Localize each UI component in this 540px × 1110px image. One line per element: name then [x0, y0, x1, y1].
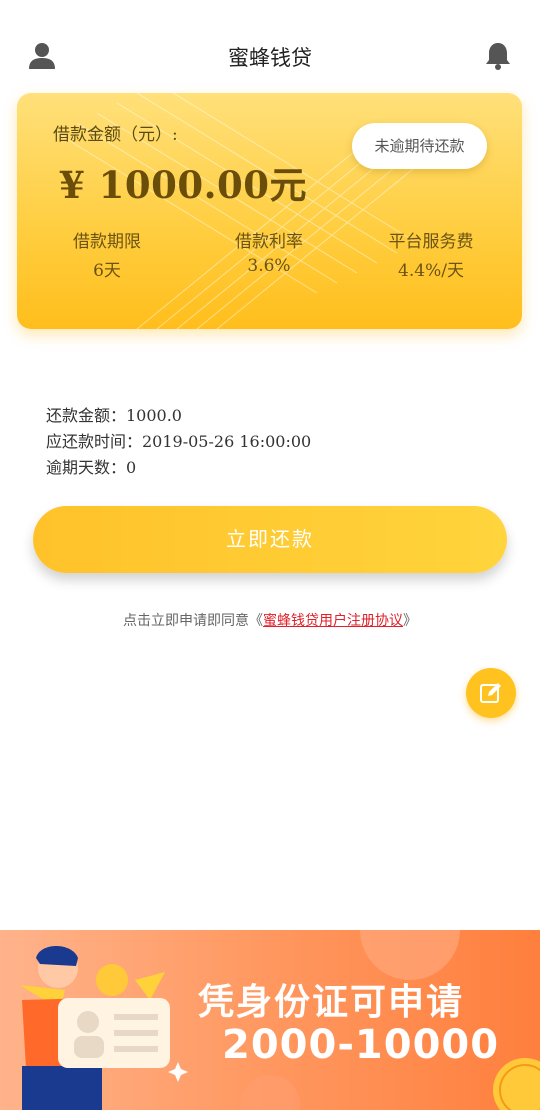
- repay-now-button[interactable]: 立即还款: [33, 506, 507, 573]
- agreement-link[interactable]: 蜜蜂钱贷用户注册协议: [263, 613, 403, 629]
- stat-label: 借款期限: [73, 232, 141, 252]
- stat-rate: 借款利率 3.6%: [189, 227, 349, 276]
- edit-fab-button[interactable]: [466, 668, 516, 718]
- stat-value: 4.4%/天: [398, 261, 464, 281]
- banner-headline: 凭身份证可申请: [198, 982, 465, 1023]
- stat-term: 借款期限 6天: [27, 227, 187, 281]
- banner-range: 2000-10000: [222, 1022, 500, 1068]
- agreement-suffix: 》: [403, 613, 417, 629]
- loan-summary-card: 借款金额（元）: ¥ 1000.00元 未逾期待还款 借款期限 6天 借款利率 …: [17, 93, 522, 329]
- promo-banner[interactable]: 凭身份证可申请 2000-10000: [0, 930, 540, 1110]
- amount-label: 借款金额（元）:: [53, 125, 178, 145]
- stat-value: 3.6%: [247, 256, 291, 276]
- overdue-days: 逾期天数：0: [46, 458, 137, 477]
- loan-amount: ¥ 1000.00元: [59, 163, 307, 207]
- repayment-amount: 还款金额：1000.0: [46, 406, 182, 425]
- edit-icon: [480, 683, 501, 703]
- stat-label: 借款利率: [235, 232, 303, 252]
- bell-icon[interactable]: [482, 40, 514, 72]
- status-badge: 未逾期待还款: [352, 123, 487, 169]
- stat-service-fee: 平台服务费 4.4%/天: [351, 227, 511, 281]
- repayment-info: 还款金额：1000.0 应还款时间：2019-05-26 16:00:00 逾期…: [46, 403, 311, 481]
- agreement-notice: 点击立即申请即同意《蜜蜂钱贷用户注册协议》: [0, 610, 540, 630]
- agreement-prefix: 点击立即申请即同意《: [123, 613, 263, 629]
- repayment-due-time: 应还款时间：2019-05-26 16:00:00: [46, 432, 312, 451]
- stat-label: 平台服务费: [388, 232, 474, 252]
- page-title: 蜜蜂钱贷: [228, 46, 312, 70]
- stat-value: 6天: [93, 261, 121, 281]
